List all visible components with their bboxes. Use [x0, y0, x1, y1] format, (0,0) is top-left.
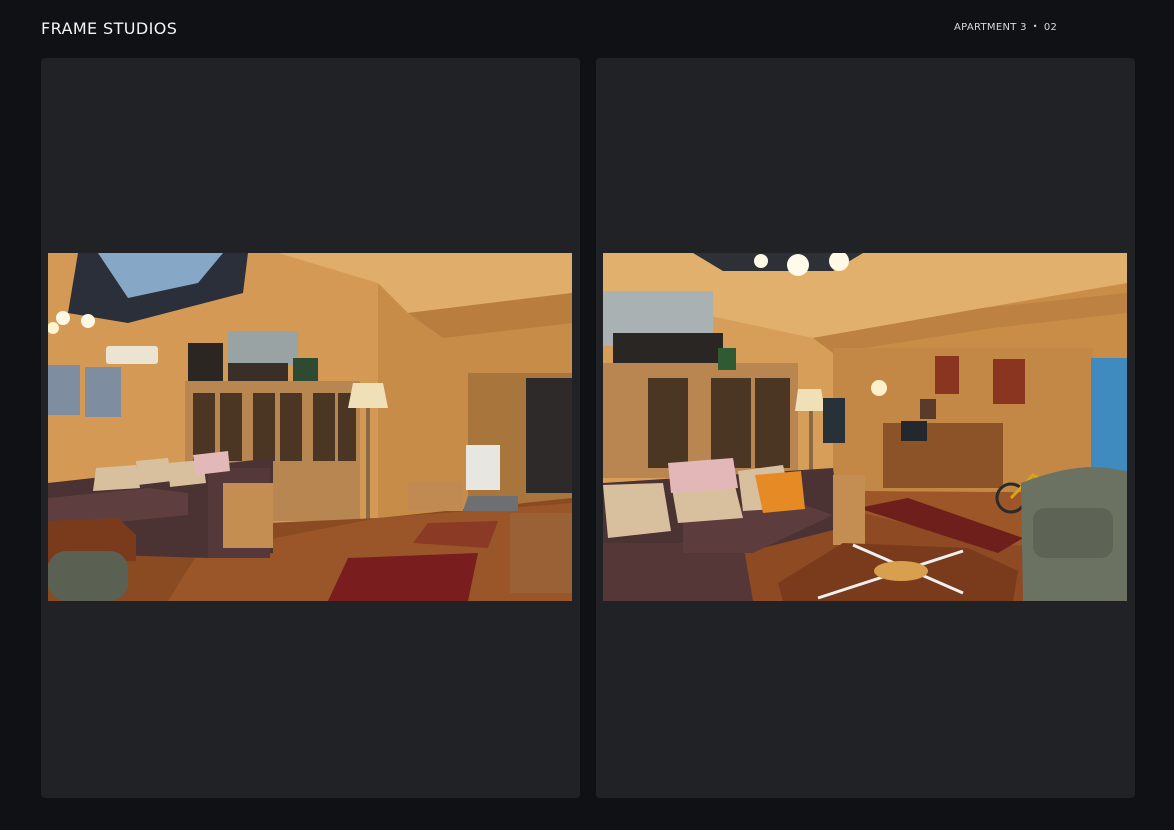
- photo-panel-right: [596, 58, 1135, 798]
- header: FRAME STUDIOS APARTMENT 3 • 02: [0, 0, 1174, 58]
- page-meta: APARTMENT 3 • 02: [954, 22, 1057, 33]
- living-room-photo-right: [603, 253, 1127, 601]
- location-label: APARTMENT 3: [954, 22, 1027, 33]
- brand-title: FRAME STUDIOS: [41, 19, 178, 38]
- separator-dot: •: [1032, 22, 1038, 31]
- living-room-photo-left: [48, 253, 572, 601]
- page-number: 02: [1043, 22, 1058, 33]
- photo-panel-left: [41, 58, 580, 798]
